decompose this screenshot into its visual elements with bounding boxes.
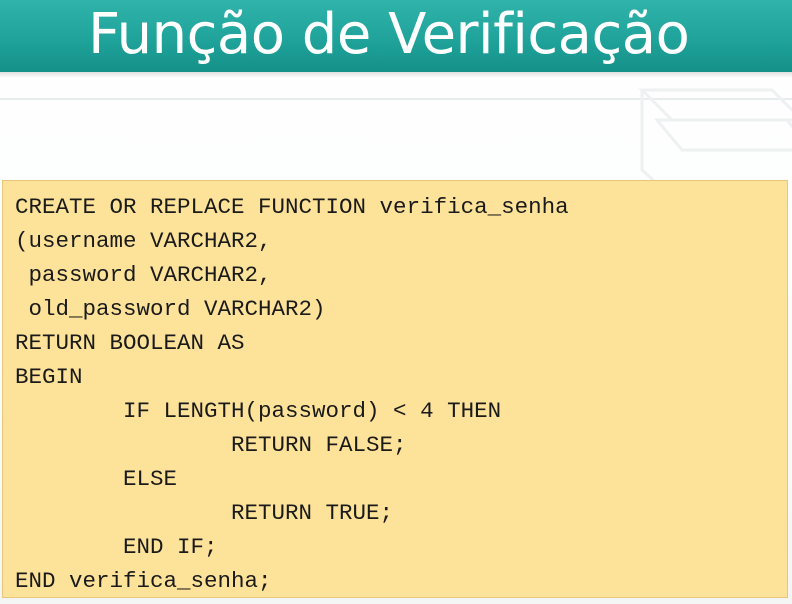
code-line: END verifica_senha; xyxy=(15,568,272,594)
code-line: password VARCHAR2, xyxy=(15,262,272,288)
code-line: CREATE OR REPLACE FUNCTION verifica_senh… xyxy=(15,194,569,220)
slide-title: Função de Verificação xyxy=(88,2,690,67)
code-line: (username VARCHAR2, xyxy=(15,228,272,254)
code-line: old_password VARCHAR2) xyxy=(15,296,326,322)
title-bar-shadow xyxy=(0,72,792,78)
code-line: BEGIN xyxy=(15,364,83,390)
code-line: END IF; xyxy=(15,534,218,560)
code-line: RETURN BOOLEAN AS xyxy=(15,330,245,356)
code-line: IF LENGTH(password) < 4 THEN xyxy=(15,398,502,424)
title-bar: Função de Verificação xyxy=(0,0,792,72)
code-line: RETURN TRUE; xyxy=(15,500,394,526)
code-text: CREATE OR REPLACE FUNCTION verifica_senh… xyxy=(3,181,787,598)
presentation-slide: Função de Verificação CREATE OR REPLACE … xyxy=(0,0,792,604)
code-block: CREATE OR REPLACE FUNCTION verifica_senh… xyxy=(2,180,788,598)
code-line: ELSE xyxy=(15,466,178,492)
code-line: RETURN FALSE; xyxy=(15,432,407,458)
background-decoration-icon xyxy=(638,88,792,190)
